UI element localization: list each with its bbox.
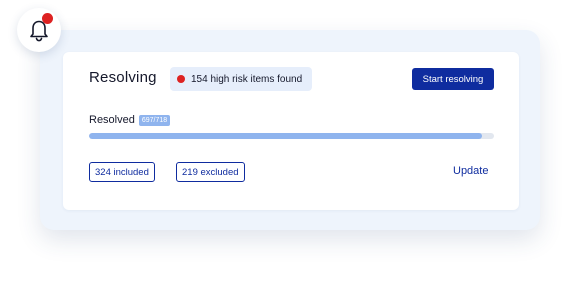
included-filter-button[interactable]: 324 included [89, 162, 155, 182]
excluded-filter-button[interactable]: 219 excluded [176, 162, 245, 182]
high-risk-alert-badge: 154 high risk items found [170, 67, 313, 91]
notification-button[interactable] [17, 8, 61, 52]
stage: Resolving 154 high risk items found Star… [0, 0, 580, 284]
unread-dot-icon [42, 13, 53, 24]
resolving-card: Resolving 154 high risk items found Star… [63, 52, 519, 210]
resolved-progress-bar [89, 133, 494, 139]
card-title: Resolving [89, 69, 157, 86]
alert-text: 154 high risk items found [191, 73, 303, 85]
resolved-row: Resolved 697/718 [89, 114, 171, 126]
resolved-progress-fill [89, 133, 483, 139]
resolved-label: Resolved [89, 114, 135, 126]
start-resolving-button[interactable]: Start resolving [412, 68, 494, 90]
alert-dot-icon [177, 75, 185, 83]
update-link[interactable]: Update [453, 165, 488, 177]
resolved-count-badge: 697/718 [138, 114, 171, 126]
